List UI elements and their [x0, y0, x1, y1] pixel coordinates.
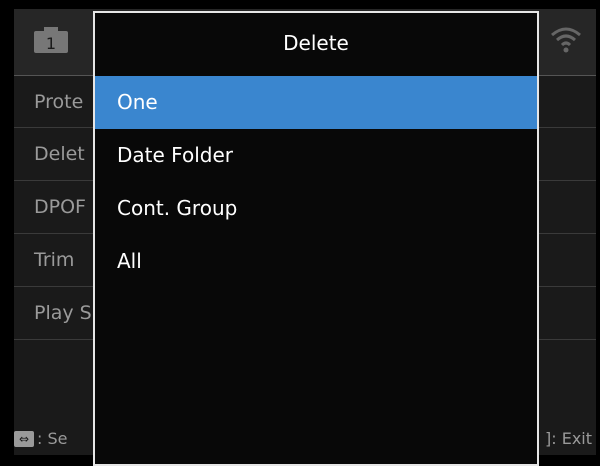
footer-select-text: : Se [37, 429, 68, 448]
option-all[interactable]: All [95, 235, 537, 288]
svg-text:1: 1 [46, 34, 56, 53]
footer-exit-hint: ]: Exit [544, 429, 592, 448]
playback-tab-icon[interactable]: 1 [32, 25, 70, 55]
footer-select-hint: ⇔ : Se [14, 429, 67, 448]
dialog-title: Delete [283, 31, 349, 55]
option-cont-group[interactable]: Cont. Group [95, 182, 537, 235]
option-date-folder[interactable]: Date Folder [95, 129, 537, 182]
delete-options-list: One Date Folder Cont. Group All [95, 76, 537, 288]
delete-dialog: Delete One Date Folder Cont. Group All [93, 11, 539, 466]
wifi-icon[interactable] [546, 19, 586, 59]
arrow-keys-icon: ⇔ [14, 430, 34, 447]
option-one[interactable]: One [95, 76, 537, 129]
